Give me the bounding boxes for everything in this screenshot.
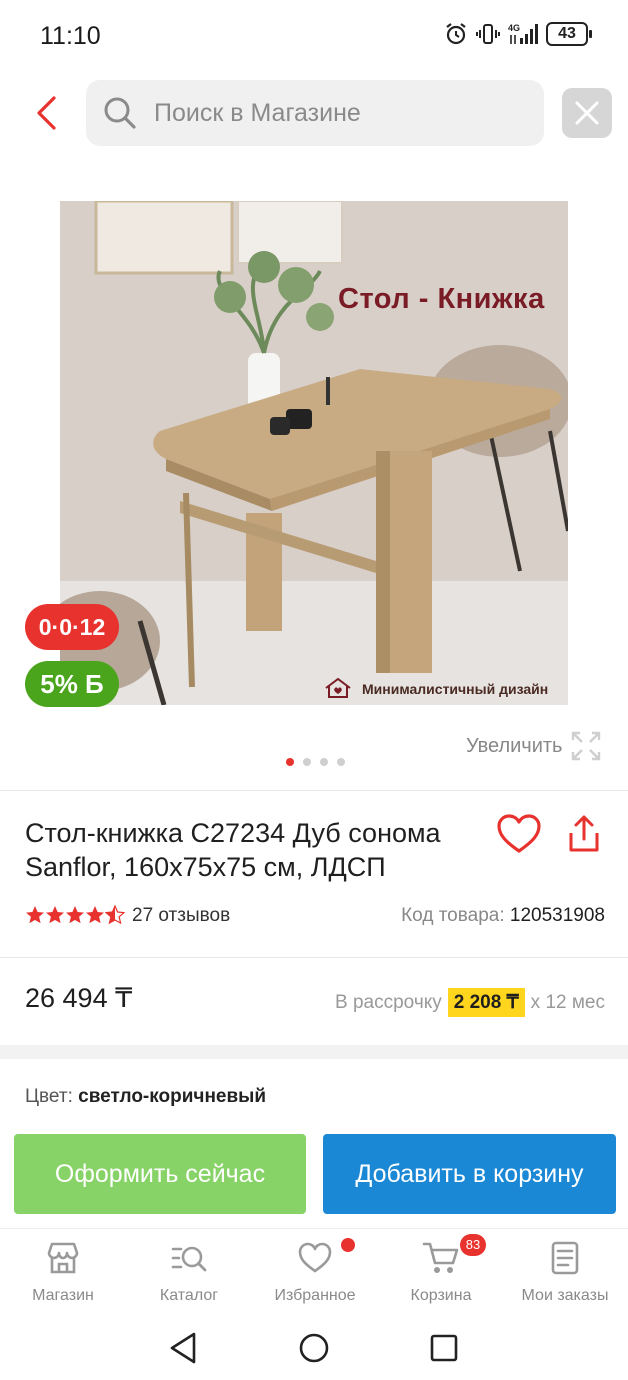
orders-icon [551, 1241, 579, 1275]
price: 26 494 ₸ [25, 983, 133, 1013]
star-icon [46, 906, 64, 924]
tab-orders[interactable]: Мои заказы [502, 1229, 628, 1317]
store-icon [47, 1242, 79, 1274]
zoom-button[interactable]: Увеличить [466, 730, 602, 762]
close-icon [575, 101, 599, 125]
house-heart-icon [325, 677, 351, 698]
home-circle-icon[interactable] [294, 1328, 334, 1368]
share-button[interactable] [564, 813, 604, 855]
bottom-tabbar: Магазин Каталог Избранное Корзина Мои за… [0, 1228, 628, 1316]
heart-icon [298, 1242, 332, 1273]
status-time: 11:10 [40, 22, 101, 50]
search-icon [104, 97, 136, 129]
star-icon [86, 906, 104, 924]
slide-dot[interactable] [303, 758, 311, 766]
color-row: Цвет: светло-коричневый [25, 1086, 266, 1108]
signal-icon: 4G [508, 23, 538, 44]
slide-dot[interactable] [320, 758, 328, 766]
tab-store[interactable]: Магазин [0, 1229, 126, 1317]
star-icon [26, 906, 44, 924]
search-input[interactable] [154, 98, 524, 128]
product-photo[interactable]: Стол - Книжка Минималистичный дизайн [60, 201, 568, 705]
tab-label: Избранное [274, 1287, 356, 1304]
rating-stars[interactable] [25, 905, 125, 925]
tab-label: Мои заказы [521, 1287, 609, 1304]
back-button[interactable] [26, 92, 66, 134]
star-half-icon [105, 905, 125, 925]
section-separator [0, 1045, 628, 1059]
back-triangle-icon[interactable] [164, 1328, 204, 1368]
status-icons: 4G 43 [444, 22, 592, 46]
photo-title: Стол - Книжка [338, 283, 545, 315]
tab-catalog[interactable]: Каталог [126, 1229, 252, 1317]
sku-value: 120531908 [509, 905, 605, 926]
cart-count-badge: 83 [460, 1234, 486, 1256]
favorite-button[interactable] [496, 813, 542, 855]
alarm-icon [446, 23, 466, 45]
buy-now-button[interactable]: Оформить сейчас [14, 1134, 306, 1214]
divider [0, 957, 628, 958]
tab-favorites[interactable]: Избранное [252, 1229, 378, 1317]
cart-icon [422, 1242, 459, 1273]
color-label: Цвет: [25, 1086, 73, 1107]
product-photo-illustration [60, 201, 568, 705]
slide-indicator [286, 758, 345, 766]
heart-icon [497, 814, 541, 853]
star-icon [66, 906, 84, 924]
installment-info[interactable]: В рассрочку 2 208 ₸ х 12 мес [335, 988, 605, 1017]
expand-icon [572, 731, 601, 761]
tab-label: Корзина [410, 1287, 472, 1304]
add-to-cart-button[interactable]: Добавить в корзину [323, 1134, 616, 1214]
status-bar: 11:10 4G 43 [0, 0, 628, 72]
sku: Код товара: 120531908 [401, 905, 605, 927]
installment-amount: 2 208 ₸ [447, 988, 525, 1017]
search-box[interactable] [86, 80, 544, 146]
slide-dot[interactable] [286, 758, 294, 766]
system-navbar [0, 1316, 628, 1380]
product-gallery[interactable]: Стол - Книжка Минималистичный дизайн 0·0… [0, 180, 628, 780]
recents-square-icon[interactable] [424, 1328, 464, 1368]
chevron-left-icon [37, 96, 56, 130]
network-type: 4G [508, 23, 520, 33]
slide-dot[interactable] [337, 758, 345, 766]
price-row: 26 494 ₸ В рассрочку 2 208 ₸ х 12 мес [25, 983, 605, 1023]
tab-label: Магазин [32, 1287, 94, 1304]
battery-indicator: 43 [546, 22, 592, 46]
tab-label: Каталог [159, 1287, 219, 1304]
installment-badge: 0·0·12 [25, 604, 119, 650]
close-button[interactable] [562, 88, 612, 138]
catalog-search-icon [171, 1246, 207, 1272]
bonus-badge: 5% Б [25, 661, 119, 707]
sku-label: Код товара: [401, 905, 505, 926]
color-value: светло-коричневый [78, 1086, 267, 1107]
vibrate-icon [476, 24, 500, 44]
rating-row: 27 отзывов Код товара: 120531908 [25, 905, 605, 931]
installment-suffix: х 12 мес [530, 991, 605, 1013]
photo-caption: Минималистичный дизайн [362, 681, 549, 697]
installment-prefix: В рассрочку [335, 991, 442, 1013]
header [0, 78, 628, 148]
reviews-link[interactable]: 27 отзывов [132, 905, 230, 927]
zoom-label: Увеличить [466, 734, 563, 757]
favorites-indicator-dot [341, 1238, 355, 1252]
product-title: Стол-книжка С27234 Дуб сонома Sanflor, 1… [25, 818, 441, 882]
divider [0, 790, 628, 791]
share-icon [569, 815, 599, 852]
